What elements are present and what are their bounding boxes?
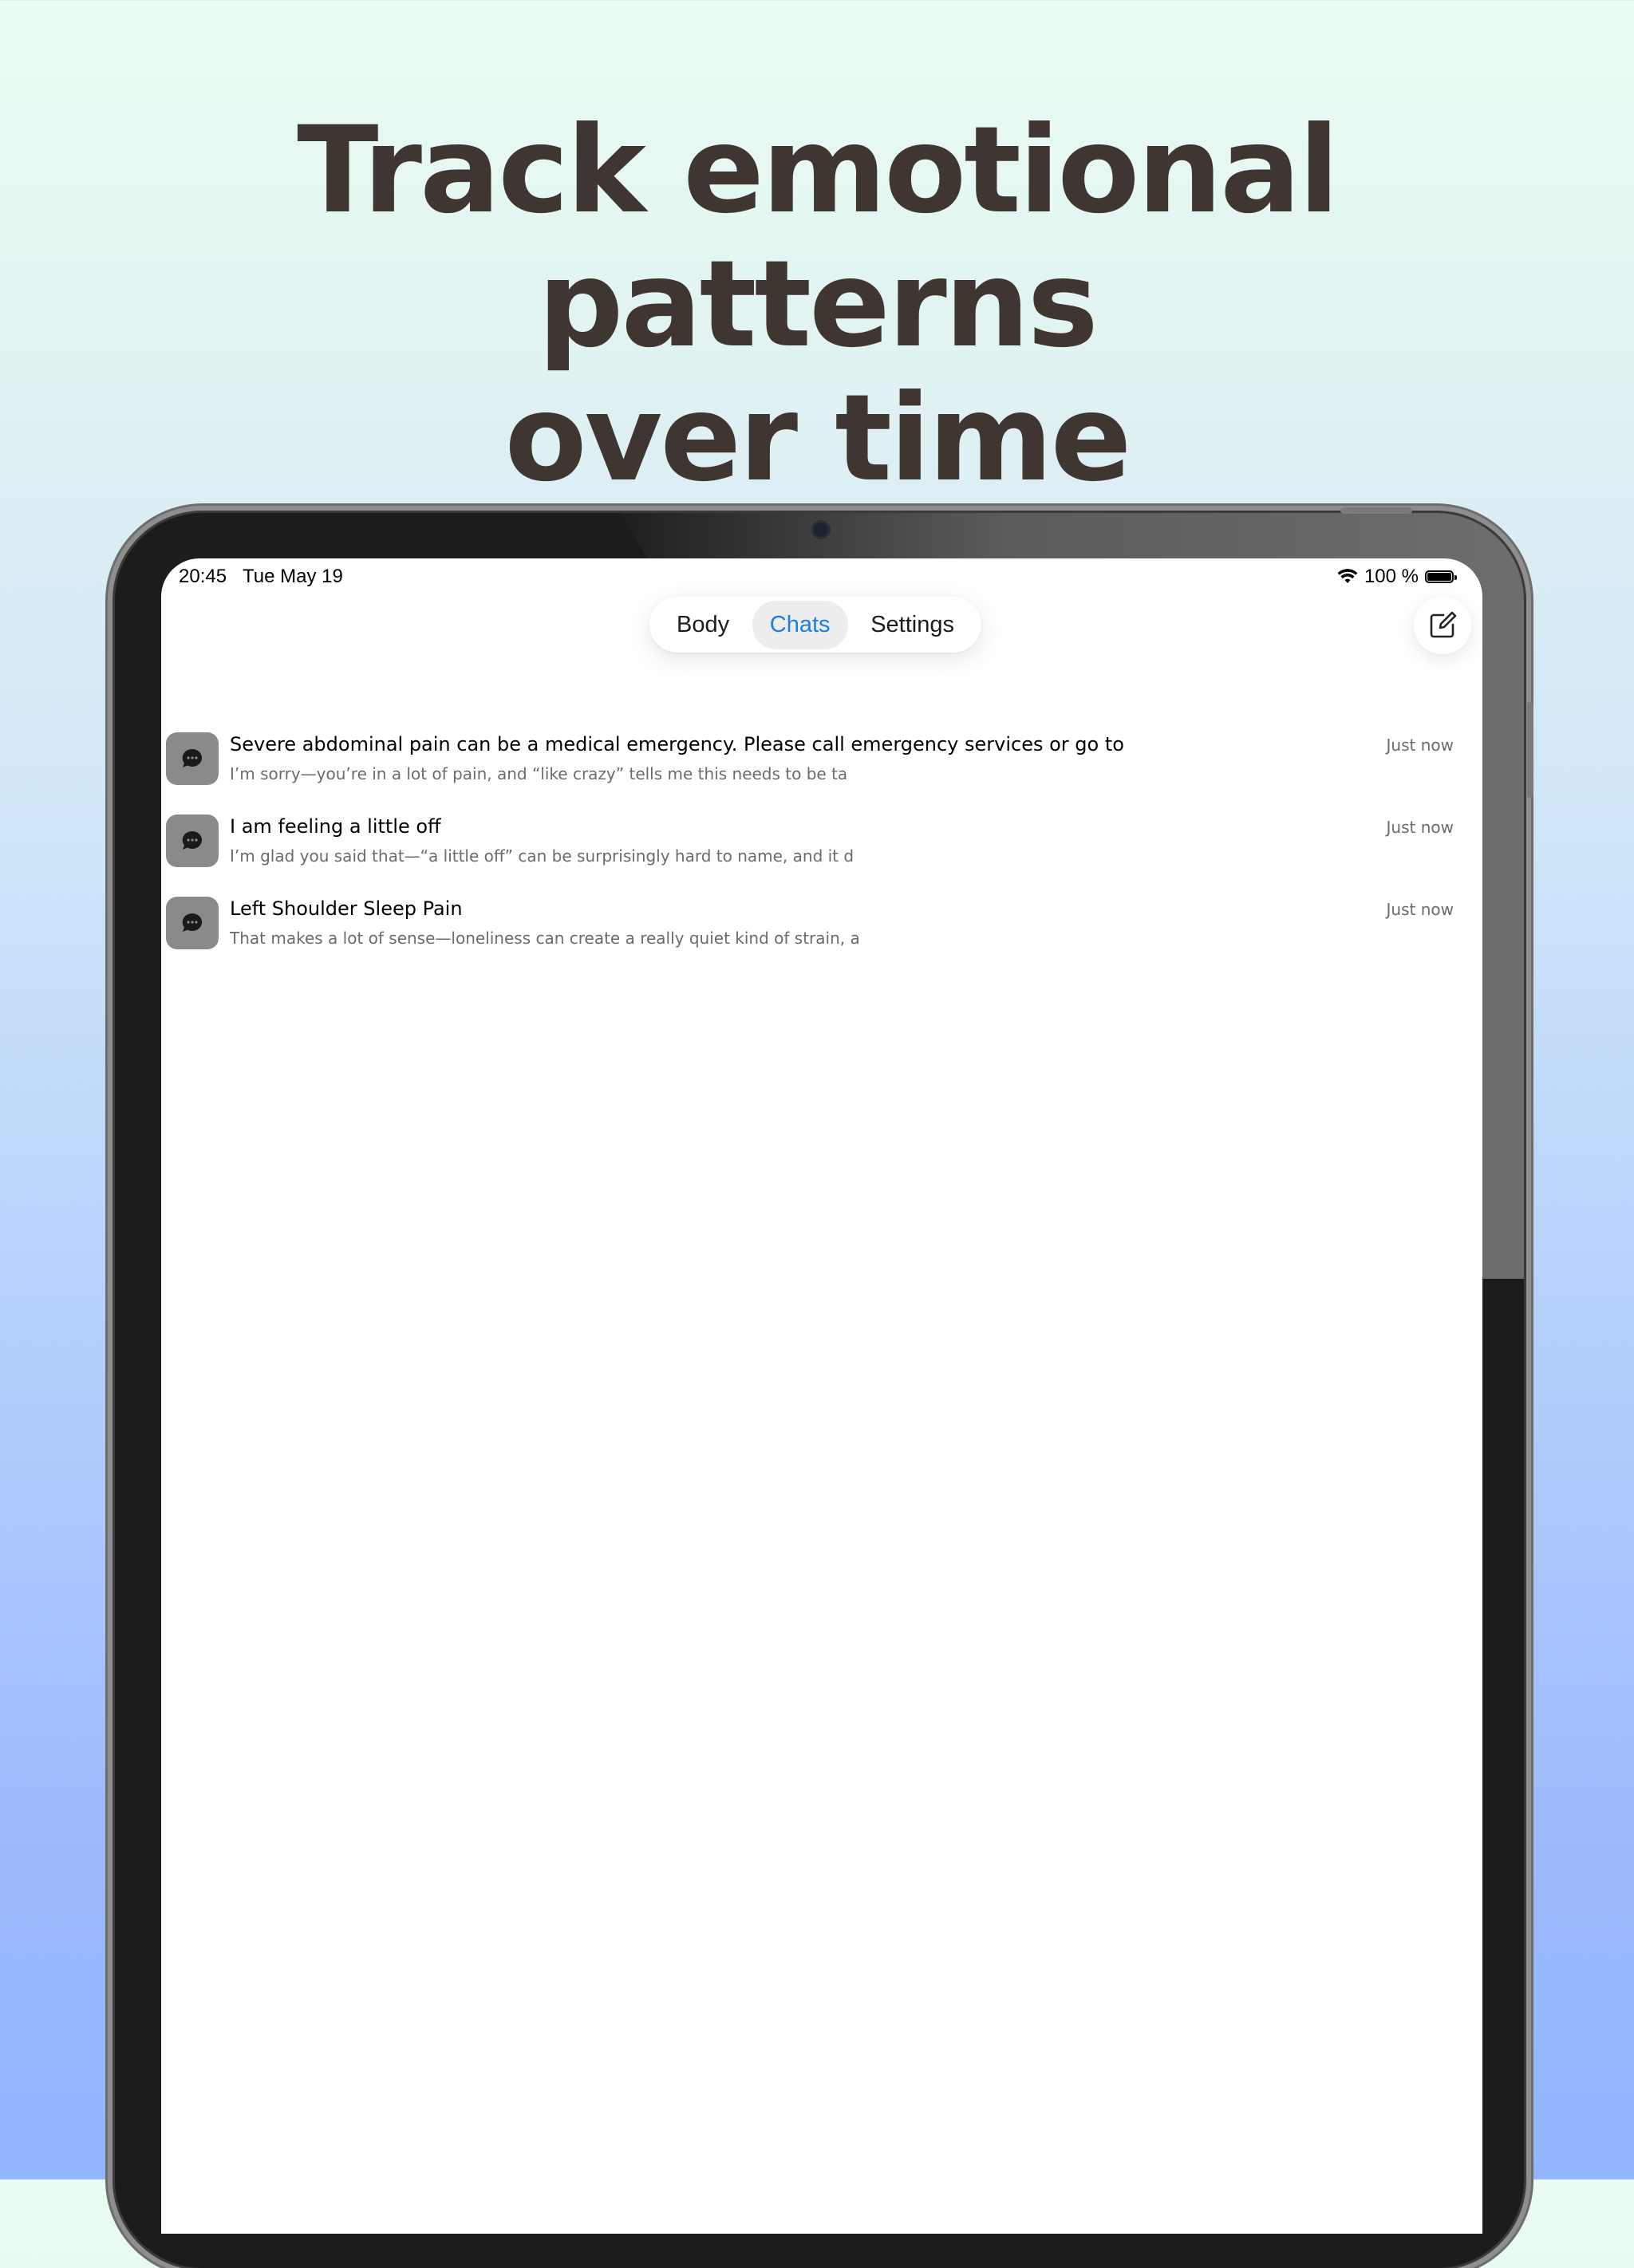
compose-icon xyxy=(1430,611,1457,638)
side-button xyxy=(1527,702,1533,798)
tab-body[interactable]: Body xyxy=(659,601,747,649)
chat-avatar xyxy=(166,732,219,785)
status-time: 20:45 xyxy=(179,566,227,587)
camera-icon xyxy=(814,523,828,537)
status-bar: 20:45 Tue May 19 100 % xyxy=(161,558,1482,594)
chat-timestamp: Just now xyxy=(1386,900,1454,919)
chat-bubble-icon xyxy=(182,748,203,767)
headline: Track emotional patterns over time xyxy=(0,104,1634,506)
chat-avatar xyxy=(166,815,219,867)
chat-preview: That makes a lot of sense—loneliness can… xyxy=(230,929,860,948)
chat-bubble-icon xyxy=(182,913,203,932)
headline-line-2: over time xyxy=(504,369,1132,508)
chat-avatar xyxy=(166,897,219,949)
chat-preview: I’m glad you said that—“a little off” ca… xyxy=(230,846,854,866)
status-indicators: 100 % xyxy=(1337,566,1457,588)
chat-row[interactable]: Left Shoulder Sleep Pain That makes a lo… xyxy=(166,897,1466,979)
status-date: Tue May 19 xyxy=(243,566,343,587)
chat-title: Left Shoulder Sleep Pain xyxy=(230,897,463,920)
tab-settings[interactable]: Settings xyxy=(853,601,972,649)
chat-bubble-icon xyxy=(182,830,203,850)
chat-title: I am feeling a little off xyxy=(230,815,441,838)
chat-row[interactable]: Severe abdominal pain can be a medical e… xyxy=(166,732,1466,815)
chat-timestamp: Just now xyxy=(1386,818,1454,837)
battery-percent: 100 % xyxy=(1364,566,1419,587)
tab-chats[interactable]: Chats xyxy=(752,600,848,649)
chat-preview: I’m sorry—you’re in a lot of pain, and “… xyxy=(230,764,848,783)
new-chat-button[interactable] xyxy=(1414,597,1471,654)
battery-level xyxy=(1427,573,1451,581)
tab-switcher: Body Chats Settings xyxy=(649,597,981,653)
chat-timestamp: Just now xyxy=(1386,736,1454,755)
battery-icon xyxy=(1425,570,1457,583)
top-button xyxy=(1340,507,1412,514)
app-screen: 20:45 Tue May 19 100 % Body Chats Settin… xyxy=(161,558,1482,2234)
headline-line-1: Track emotional patterns xyxy=(297,101,1340,374)
chat-list: Severe abdominal pain can be a medical e… xyxy=(166,732,1466,979)
wifi-icon xyxy=(1337,569,1358,583)
chat-row[interactable]: I am feeling a little off I’m glad you s… xyxy=(166,815,1466,897)
chat-title: Severe abdominal pain can be a medical e… xyxy=(230,733,1124,755)
